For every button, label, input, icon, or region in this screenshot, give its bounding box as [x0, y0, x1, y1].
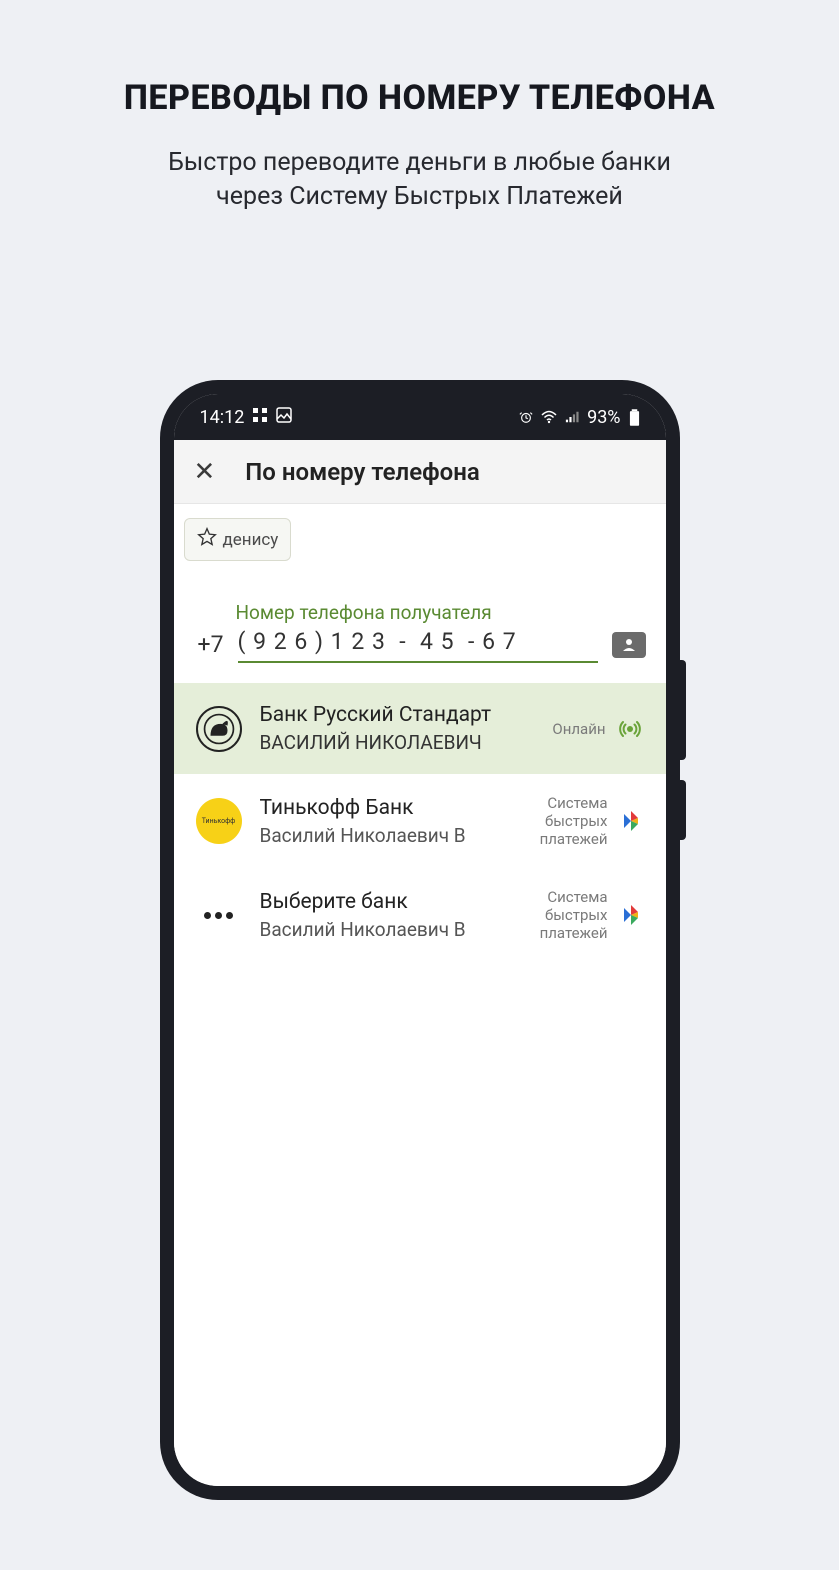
bank-person: ВАСИЛИЙ НИКОЛАЕВИЧ	[260, 731, 535, 754]
favorite-chip-label: денису	[223, 530, 279, 550]
bank-item-choose[interactable]: Выберите банк Василий Николаевич В Систе…	[174, 868, 666, 962]
contacts-icon[interactable]	[612, 632, 646, 658]
broadcast-icon	[616, 715, 644, 743]
bank-person: Василий Николаевич В	[260, 824, 522, 847]
phone-mockup: 14:12 93%	[160, 380, 680, 1500]
star-icon	[197, 527, 217, 552]
bank-list: Банк Русский Стандарт ВАСИЛИЙ НИКОЛАЕВИЧ…	[174, 683, 666, 962]
phone-input[interactable]	[238, 626, 598, 663]
promo-subtitle: Быстро переводите деньги в любые банки ч…	[0, 146, 839, 214]
bank-logo-tinkoff: Тинькофф	[196, 798, 242, 844]
wifi-icon	[541, 409, 557, 425]
app-header: ✕ По номеру телефона	[174, 440, 666, 504]
bank-logo-more	[196, 892, 242, 938]
bank-name: Банк Русский Стандарт	[260, 703, 535, 727]
bank-system-label: Система быстрых платежей	[540, 794, 608, 848]
status-time: 14:12	[200, 407, 245, 428]
status-image-icon	[276, 407, 292, 428]
promo-subtitle-line1: Быстро переводите деньги в любые банки	[168, 148, 671, 177]
phone-field-label: Номер телефона получателя	[236, 601, 646, 624]
phone-field-section: Номер телефона получателя +7	[174, 575, 666, 683]
promo-title: ПЕРЕВОДЫ ПО НОМЕРУ ТЕЛЕФОНА	[0, 78, 839, 118]
more-icon	[204, 912, 233, 919]
alarm-icon	[519, 410, 533, 424]
promo-subtitle-line2: через Систему Быстрых Платежей	[216, 182, 623, 211]
phone-side-button-1	[680, 660, 686, 760]
signal-icon	[565, 410, 579, 424]
favorite-chip[interactable]: денису	[184, 518, 292, 561]
bank-logo-rs	[196, 706, 242, 752]
bank-name: Выберите банк	[260, 890, 522, 914]
bank-item-tinkoff[interactable]: Тинькофф Тинькофф Банк Василий Николаеви…	[174, 774, 666, 868]
screen-title: По номеру телефона	[245, 458, 479, 486]
bank-system-label: Система быстрых платежей	[540, 888, 608, 942]
bank-person: Василий Николаевич В	[260, 918, 522, 941]
phone-prefix: +7	[194, 631, 224, 658]
close-icon[interactable]: ✕	[194, 459, 216, 485]
favorites-row: денису	[174, 504, 666, 575]
bank-name: Тинькофф Банк	[260, 796, 522, 820]
phone-screen: 14:12 93%	[174, 394, 666, 1486]
bank-item-rs[interactable]: Банк Русский Стандарт ВАСИЛИЙ НИКОЛАЕВИЧ…	[174, 683, 666, 774]
status-app-icon	[252, 407, 268, 428]
screen-content: денису Номер телефона получателя +7	[174, 504, 666, 1486]
bank-status-label: Онлайн	[552, 720, 605, 738]
battery-icon	[629, 409, 640, 426]
phone-side-button-2	[680, 780, 686, 840]
battery-percent: 93%	[587, 407, 620, 428]
status-bar: 14:12 93%	[174, 394, 666, 440]
sbp-icon	[618, 902, 644, 928]
sbp-icon	[618, 808, 644, 834]
